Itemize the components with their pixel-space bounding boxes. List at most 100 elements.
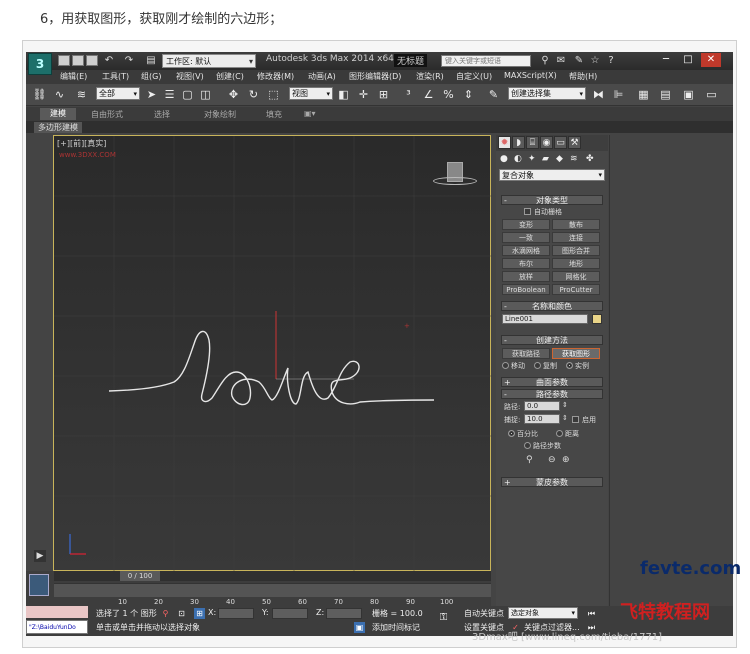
redo-icon[interactable]: ↷ <box>122 54 136 67</box>
tab-populate[interactable]: 填充 <box>266 109 282 120</box>
angle-snap-icon[interactable]: ∠ <box>421 87 436 102</box>
menu-modifiers[interactable]: 修改器(M) <box>257 71 294 82</box>
category-dropdown[interactable]: 复合对象 ▾ <box>499 169 605 181</box>
tab-modeling[interactable]: 建模 <box>40 108 76 120</box>
select-by-name-icon[interactable]: ☰ <box>162 87 177 102</box>
subscription-icon[interactable]: ✉ <box>554 54 568 67</box>
app-logo-button[interactable]: 3 <box>28 53 52 75</box>
align-icon[interactable]: ⊫ <box>611 87 626 102</box>
connect-button[interactable]: 连接 <box>552 232 600 243</box>
geometry-icon[interactable]: ● <box>500 154 508 164</box>
pivot-center-icon[interactable]: ◧ <box>336 87 351 102</box>
bind-space-warp-icon[interactable]: ≋ <box>74 87 89 102</box>
project-folder-icon[interactable]: ▤ <box>144 54 158 67</box>
percentage-radio[interactable] <box>508 430 515 437</box>
select-and-link-icon[interactable]: ⛓ <box>32 87 47 102</box>
time-slider-label[interactable]: 0 / 100 <box>120 571 160 581</box>
lock-selection-icon[interactable]: ⊡ <box>176 608 187 619</box>
space-warps-icon[interactable]: ≋ <box>570 154 578 164</box>
utilities-tab-icon[interactable]: ⚒ <box>568 136 581 149</box>
path-params-rollout[interactable]: - 路径参数 <box>501 389 603 399</box>
select-object-icon[interactable]: ➤ <box>144 87 159 102</box>
menu-views[interactable]: 视图(V) <box>176 71 204 82</box>
display-tab-icon[interactable]: ▭ <box>554 136 567 149</box>
menu-help[interactable]: 帮助(H) <box>569 71 597 82</box>
workspace-dropdown[interactable]: 工作区: 默认 ▾ <box>162 54 256 68</box>
menu-group[interactable]: 组(G) <box>141 71 161 82</box>
maximize-button[interactable]: □ <box>678 53 698 67</box>
helpers-icon[interactable]: ◆ <box>556 154 563 164</box>
name-color-rollout[interactable]: - 名称和颜色 <box>501 301 603 311</box>
y-coordinate-field[interactable] <box>272 608 308 619</box>
conform-button[interactable]: 一致 <box>502 232 550 243</box>
maxscript-listener[interactable] <box>26 606 88 618</box>
x-coordinate-field[interactable] <box>218 608 254 619</box>
rotate-icon[interactable]: ↻ <box>246 87 261 102</box>
open-file-icon[interactable] <box>72 55 84 66</box>
unlink-icon[interactable]: ∿ <box>52 87 67 102</box>
edit-named-selection-icon[interactable]: ✎ <box>486 87 501 102</box>
systems-icon[interactable]: ✤ <box>586 154 594 164</box>
menu-tools[interactable]: 工具(T) <box>102 71 129 82</box>
scene-explorer-icon[interactable]: ▦ <box>636 87 651 102</box>
snaps-toggle-icon[interactable]: ³ <box>401 87 416 102</box>
mini-listener-icon[interactable] <box>29 574 49 596</box>
scatter-button[interactable]: 散布 <box>552 219 600 230</box>
path-value-field[interactable]: 0.0 <box>524 401 560 411</box>
goto-start-icon[interactable]: ⏮ <box>586 608 597 619</box>
undo-icon[interactable]: ↶ <box>102 54 116 67</box>
snap-value-field[interactable]: 10.0 <box>524 414 560 424</box>
search-input[interactable]: 键入关键字或短语 <box>441 55 531 67</box>
boolean-button[interactable]: 布尔 <box>502 258 550 269</box>
tab-object-paint[interactable]: 对象绘制 <box>204 109 236 120</box>
mirror-icon[interactable]: ⧓ <box>591 87 606 102</box>
auto-key-button[interactable]: 自动关键点 <box>464 608 504 619</box>
close-button[interactable]: ✕ <box>701 53 721 67</box>
layer-manager-icon[interactable]: ▤ <box>658 87 673 102</box>
percent-snap-icon[interactable]: % <box>441 87 456 102</box>
z-coordinate-field[interactable] <box>326 608 362 619</box>
hierarchy-tab-icon[interactable]: ⌸ <box>526 136 539 149</box>
spinner-snap-icon[interactable]: ⇕ <box>461 87 476 102</box>
add-time-tag[interactable]: 添加时间标记 <box>372 622 420 633</box>
viewport-label[interactable]: [+][前][真实] <box>57 138 106 149</box>
mesher-button[interactable]: 网格化 <box>552 271 600 282</box>
morph-button[interactable]: 变形 <box>502 219 550 230</box>
expand-arrow-icon[interactable]: ▶ <box>34 550 46 562</box>
terrain-button[interactable]: 地形 <box>552 258 600 269</box>
autogrid-checkbox[interactable] <box>524 208 531 215</box>
proboolean-button[interactable]: ProBoolean <box>502 284 550 295</box>
shapemerge-button[interactable]: 图形合并 <box>552 245 600 256</box>
blobmesh-button[interactable]: 水滴网格 <box>502 245 550 256</box>
save-file-icon[interactable] <box>86 55 98 66</box>
procutter-button[interactable]: ProCutter <box>552 284 600 295</box>
move-radio[interactable] <box>502 362 509 369</box>
help-icon[interactable]: ? <box>604 54 618 67</box>
creation-method-rollout[interactable]: - 创建方法 <box>501 335 603 345</box>
communication-icon[interactable]: ✎ <box>572 54 586 67</box>
skin-params-rollout[interactable]: + 蒙皮参数 <box>501 477 603 487</box>
key-icon[interactable]: ⚿ <box>438 612 449 623</box>
object-type-rollout[interactable]: - 对象类型 <box>501 195 603 205</box>
isolate-icon[interactable]: ⚲ <box>160 608 171 619</box>
modify-tab-icon[interactable]: ◗ <box>512 136 525 149</box>
menu-edit[interactable]: 编辑(E) <box>60 71 87 82</box>
tab-freeform[interactable]: 自由形式 <box>91 109 123 120</box>
minimize-button[interactable]: ─ <box>656 53 676 67</box>
scale-icon[interactable]: ⬚ <box>266 87 281 102</box>
get-path-button[interactable]: 获取路径 <box>502 348 550 359</box>
next-shape-icon[interactable]: ⊕ <box>562 455 570 465</box>
copy-radio[interactable] <box>534 362 541 369</box>
enable-checkbox[interactable] <box>572 416 579 423</box>
menu-customize[interactable]: 自定义(U) <box>456 71 492 82</box>
motion-tab-icon[interactable]: ◉ <box>540 136 553 149</box>
get-shape-button[interactable]: 获取图形 <box>552 348 600 359</box>
shapes-icon[interactable]: ◐ <box>514 154 522 164</box>
absolute-mode-icon[interactable]: ⊞ <box>194 608 205 619</box>
reference-coordinate-dropdown[interactable]: 视图 ▾ <box>289 87 333 100</box>
viewcube-compass[interactable] <box>433 177 477 185</box>
menu-animation[interactable]: 动画(A) <box>308 71 336 82</box>
new-file-icon[interactable] <box>58 55 70 66</box>
previous-shape-icon[interactable]: ⊖ <box>548 455 556 465</box>
distance-radio[interactable] <box>556 430 563 437</box>
